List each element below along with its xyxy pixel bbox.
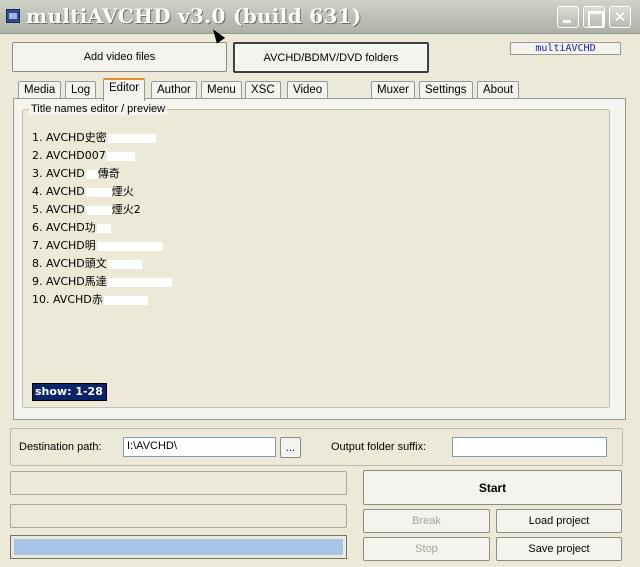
tab-editor[interactable]: Editor (103, 78, 146, 101)
brand-label: multiAVCHD (510, 42, 621, 55)
list-item[interactable]: 10. AVCHD赤 (32, 291, 172, 309)
break-button[interactable]: Break (363, 509, 490, 533)
list-item[interactable]: 4. AVCHD 煙火 (32, 183, 172, 201)
status-field-2 (10, 504, 347, 528)
start-button[interactable]: Start (363, 470, 622, 505)
list-item[interactable]: 7. AVCHD明 (32, 237, 172, 255)
stop-button[interactable]: Stop (363, 537, 490, 561)
destination-path-label: Destination path: (19, 441, 102, 453)
app-icon (6, 9, 20, 23)
window-title: multiAVCHD v3.0 (build 631) (26, 4, 362, 28)
list-item[interactable]: 2. AVCHD007 (32, 147, 172, 165)
show-range-badge: show: 1-28 (32, 383, 107, 401)
avchd-folders-button[interactable]: AVCHD/BDMV/DVD folders (233, 42, 429, 73)
destination-panel: Destination path: I:\AVCHD\ ... Output f… (10, 428, 623, 466)
progress-bar (10, 535, 347, 559)
title-names-group: Title names editor / preview 1. AVCHD史密 … (22, 103, 610, 408)
list-item[interactable]: 9. AVCHD馬達 (32, 273, 172, 291)
list-item[interactable]: 5. AVCHD 煙火2 (32, 201, 172, 219)
add-video-files-button[interactable]: Add video files (12, 42, 227, 72)
status-field-1 (10, 471, 347, 495)
save-project-button[interactable]: Save project (496, 537, 622, 561)
browse-button[interactable]: ... (280, 437, 301, 458)
output-suffix-input[interactable] (452, 437, 607, 457)
main-window: multiAVCHD v3.0 (build 631) ✕ Add video … (0, 0, 640, 567)
list-item[interactable]: 6. AVCHD功 (32, 219, 172, 237)
output-suffix-label: Output folder suffix: (331, 441, 427, 453)
editor-tab-panel: Title names editor / preview 1. AVCHD史密 … (13, 98, 626, 420)
group-title: Title names editor / preview (29, 103, 168, 115)
list-item[interactable]: 1. AVCHD史密 (32, 129, 172, 147)
maximize-button[interactable] (583, 6, 605, 28)
title-list: 1. AVCHD史密 2. AVCHD007 3. AVCHD 傳奇 4. AVC… (32, 129, 172, 309)
close-icon: ✕ (613, 8, 627, 26)
list-item[interactable]: 8. AVCHD頭文 (32, 255, 172, 273)
destination-path-input[interactable]: I:\AVCHD\ (123, 437, 276, 457)
close-button[interactable]: ✕ (609, 6, 631, 28)
list-item[interactable]: 3. AVCHD 傳奇 (32, 165, 172, 183)
load-project-button[interactable]: Load project (496, 509, 622, 533)
minimize-button[interactable] (557, 6, 579, 28)
progress-fill (14, 539, 343, 555)
title-bar[interactable]: multiAVCHD v3.0 (build 631) ✕ (0, 0, 640, 34)
